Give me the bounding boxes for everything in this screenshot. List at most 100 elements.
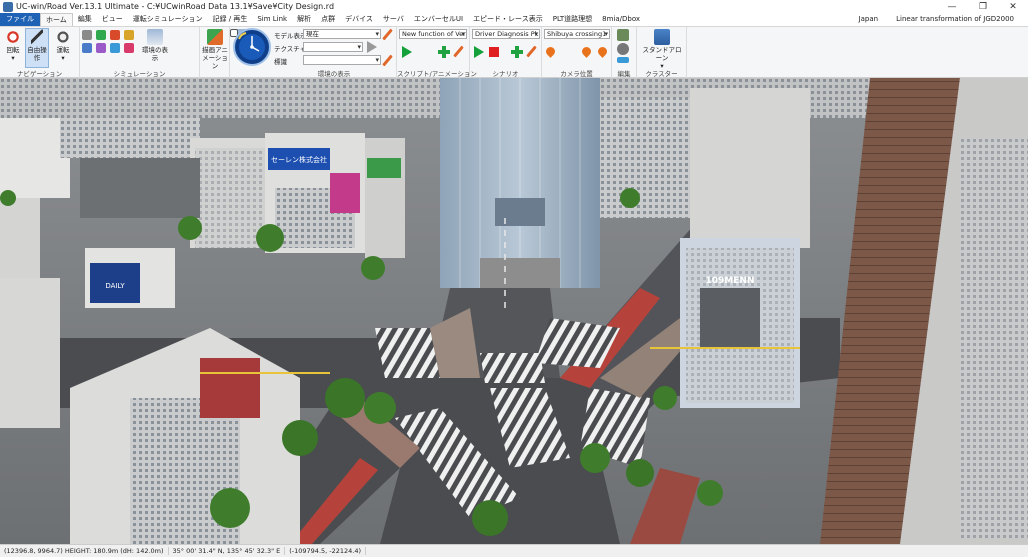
tab-plt-road[interactable]: PLT道路理想 — [548, 13, 597, 26]
billboard — [200, 358, 260, 418]
building — [60, 118, 200, 158]
3d-viewport[interactable]: セーレン株式会社 109MENN DAILY — [0, 78, 1028, 544]
tree — [361, 256, 385, 280]
tab-home[interactable]: ホーム — [40, 13, 73, 26]
tab-analysis[interactable]: 解析 — [292, 13, 316, 26]
cursor-icon — [31, 29, 43, 45]
model-display-label: モデル表示 — [274, 32, 307, 40]
chevron-down-icon: ▾ — [11, 54, 15, 62]
stop-icon[interactable] — [489, 47, 499, 57]
location-pin-icon[interactable] — [580, 45, 593, 58]
tree — [210, 488, 250, 528]
building — [365, 138, 405, 258]
tree — [0, 190, 16, 206]
building — [600, 98, 690, 218]
wave-icon[interactable] — [96, 43, 106, 53]
daily-sign-text: DAILY — [105, 282, 125, 290]
podium — [480, 258, 560, 288]
app-icon — [3, 1, 13, 12]
play-icon[interactable] — [367, 41, 377, 53]
free-operation-label: 自由操作 — [27, 46, 47, 62]
location-pin-icon[interactable] — [596, 45, 609, 58]
steering-wheel-icon — [55, 29, 71, 45]
cluster-group: スタンドアローン ▾ クラスター — [637, 27, 687, 79]
tree — [178, 216, 202, 240]
pencil-icon[interactable] — [382, 28, 393, 41]
tab-sim-link[interactable]: Sim Link — [252, 13, 292, 26]
environment-group-label: 環境の表示 — [317, 70, 351, 78]
tree — [472, 500, 508, 536]
tab-file[interactable]: ファイル — [0, 13, 40, 26]
tab-record-play[interactable]: 記録 / 再生 — [208, 13, 253, 26]
add-icon[interactable] — [438, 46, 450, 58]
tower-sign-text: 109MENN — [706, 276, 755, 286]
close-button[interactable]: ✕ — [998, 0, 1028, 13]
play-icon[interactable] — [402, 46, 412, 58]
parking-lot — [80, 158, 200, 218]
signal-icon[interactable] — [96, 30, 106, 40]
camera-group-label: カメラ位置 — [560, 70, 593, 78]
tab-race-display[interactable]: エピード・レース表示 — [468, 13, 548, 26]
tab-view[interactable]: ビュー — [97, 13, 128, 26]
tab-server[interactable]: サーバ — [378, 13, 409, 26]
layers-icon[interactable] — [617, 57, 629, 63]
person-icon[interactable] — [82, 30, 92, 40]
map-icon[interactable] — [617, 29, 629, 41]
car-icon[interactable] — [110, 43, 120, 53]
cloud-rain-icon — [147, 29, 163, 45]
rotate-button[interactable]: 回転 ▾ — [3, 29, 23, 62]
building — [690, 88, 810, 248]
env-display-button[interactable]: 環境の表示 — [142, 29, 168, 62]
texture-label: テクスチャ — [274, 45, 307, 53]
tree — [653, 386, 677, 410]
traffic-icon[interactable] — [110, 30, 120, 40]
sign-select[interactable] — [303, 55, 381, 65]
drive-button[interactable]: 運転 ▾ — [52, 29, 74, 62]
coords-readout: (-109794.5, -22124.4) — [285, 547, 367, 555]
tab-driving-sim[interactable]: 運転シミュレーション — [128, 13, 208, 26]
maximize-button[interactable]: ❐ — [968, 0, 998, 13]
edit-group-label: 編集 — [617, 70, 631, 78]
simulation-group-label: シミュレーション — [113, 70, 166, 78]
tab-ui[interactable]: エンバーセルUI — [409, 13, 468, 26]
play-icon[interactable] — [474, 46, 484, 58]
screen — [495, 198, 545, 226]
position-readout: (12396.8, 9964.7) HEIGHT: 180.9m (dH: 14… — [0, 547, 169, 555]
chart-icon[interactable] — [124, 30, 134, 40]
minimize-button[interactable]: — — [937, 0, 967, 13]
texture-select[interactable] — [303, 42, 363, 52]
standalone-button[interactable]: スタンドアローン ▾ — [640, 29, 684, 70]
model-display-select[interactable]: 現在 — [303, 29, 381, 39]
add-icon[interactable] — [511, 46, 523, 58]
navigation-group: 回転 ▾ 自由操作 運転 ▾ ナビゲーション — [0, 27, 80, 79]
tab-edit[interactable]: 編集 — [73, 13, 97, 26]
clock-icon[interactable] — [232, 27, 272, 67]
tree — [620, 188, 640, 208]
crosswalk — [375, 328, 440, 378]
building-windows — [195, 148, 265, 248]
gear-icon[interactable] — [82, 43, 92, 53]
tree — [626, 459, 654, 487]
edit-group: 編集 — [612, 27, 637, 79]
pencil-icon[interactable] — [453, 45, 464, 58]
pencil-icon[interactable] — [382, 54, 393, 67]
tab-8mia-dbox[interactable]: 8mia/Dbox — [597, 13, 645, 26]
window-title: UC-win/Road Ver.13.1 Ultimate - C:¥UCwin… — [16, 2, 335, 11]
vehicle-icon[interactable] — [124, 43, 134, 53]
location-pin-icon[interactable] — [544, 45, 557, 58]
rotate-label: 回転 — [6, 46, 20, 54]
tree — [364, 392, 396, 424]
tab-device[interactable]: デバイス — [340, 13, 378, 26]
ribbon: 回転 ▾ 自由操作 運転 ▾ ナビゲーション 環境の表示 シミュレーション 描画… — [0, 26, 1028, 79]
billboard — [700, 288, 760, 348]
globe-icon[interactable] — [617, 43, 629, 55]
tab-point-cloud[interactable]: 点群 — [316, 13, 340, 26]
pencil-icon[interactable] — [526, 45, 537, 58]
script-select[interactable]: New function of Ver — [399, 29, 467, 39]
scenario-select[interactable]: Driver Diagnosis Pk — [472, 29, 540, 39]
camera-position-select[interactable]: Shibuya crossing1 — [544, 29, 610, 39]
free-operation-button[interactable]: 自由操作 — [25, 28, 49, 68]
env-display-label: 環境の表示 — [142, 46, 168, 62]
scenario-group: Driver Diagnosis Pk シナリオ — [470, 27, 542, 79]
building — [0, 278, 60, 428]
